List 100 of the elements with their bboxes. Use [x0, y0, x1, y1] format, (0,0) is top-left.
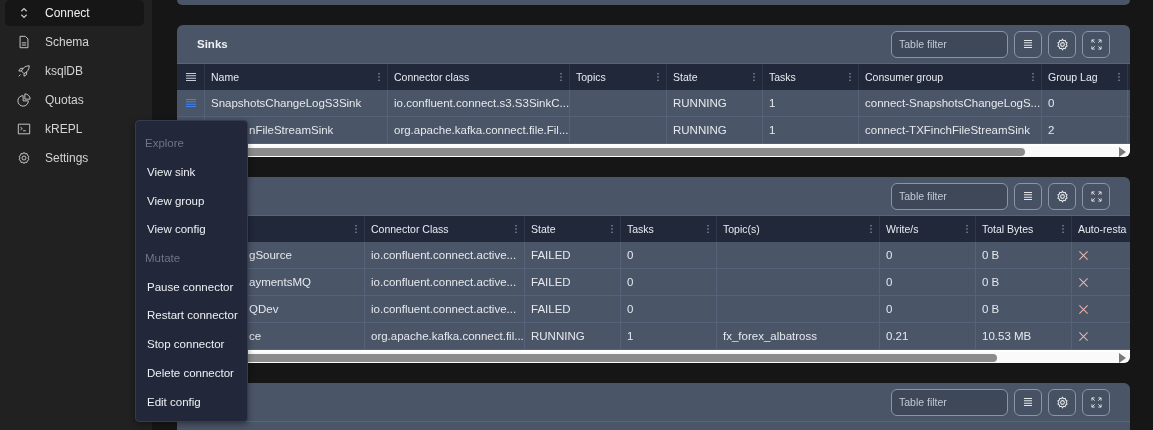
column-menu-icon[interactable] — [706, 224, 710, 234]
column-menu-icon[interactable] — [377, 72, 381, 82]
table-cell: FAILED — [531, 276, 571, 288]
menu-item[interactable]: View config — [136, 215, 247, 244]
table-cell: 0 — [886, 303, 893, 315]
column-header[interactable]: Tasks — [627, 223, 654, 235]
table-filter-field[interactable]: Table filter — [891, 30, 1008, 58]
expand-icon — [1090, 38, 1102, 50]
column-menu-icon[interactable] — [848, 72, 852, 82]
column-menu-icon[interactable] — [1061, 224, 1065, 234]
table-cell: RUNNING — [673, 124, 727, 136]
table-cell: io.confluent.connect.active... — [371, 303, 517, 315]
column-menu-icon[interactable] — [354, 224, 358, 234]
menu-section-header: Explore — [144, 136, 185, 151]
column-menu-icon[interactable] — [559, 72, 563, 82]
table-cell: FAILED — [531, 249, 571, 261]
table-filter-field[interactable]: Table filter — [891, 388, 1008, 416]
column-header[interactable]: Total Bytes — [982, 223, 1034, 235]
column-header[interactable]: Topics — [576, 71, 606, 83]
table-cell: FAILED — [531, 303, 571, 315]
sidebar-item[interactable]: ksqlDB — [5, 58, 144, 84]
column-menu-icon[interactable] — [1117, 72, 1121, 82]
table-cell: 0 B — [982, 249, 1000, 261]
menu-item[interactable]: View group — [136, 186, 247, 216]
column-menu-icon[interactable] — [656, 72, 660, 82]
columns-button[interactable] — [1014, 182, 1042, 210]
column-menu-icon[interactable] — [610, 224, 614, 234]
column-menu-icon[interactable] — [869, 224, 873, 234]
column-header[interactable]: Tasks — [769, 71, 796, 83]
settings-icon — [1055, 189, 1069, 203]
menu-item[interactable]: Restart connector — [136, 301, 247, 330]
settings-button[interactable] — [1048, 388, 1076, 416]
table-cell: 0 — [627, 276, 634, 288]
document-icon — [17, 35, 31, 49]
list-icon — [1022, 38, 1034, 50]
column-menu-icon[interactable] — [514, 224, 518, 234]
column-menu-icon[interactable] — [1031, 72, 1035, 82]
expand-icon — [1090, 396, 1102, 408]
table-cell: fx_forex_albatross — [723, 330, 817, 342]
terminal-icon — [17, 122, 31, 136]
columns-button[interactable] — [1014, 30, 1042, 58]
column-menu-icon[interactable] — [752, 72, 756, 82]
column-header[interactable]: Write/s — [886, 223, 919, 235]
table-cell: 0 — [886, 249, 893, 261]
table-cell: 0 B — [982, 303, 1000, 315]
table-cell: gSource — [249, 249, 292, 261]
table-cell: org.apache.kafka.connect.fil... — [371, 330, 524, 342]
settings-icon — [1055, 37, 1069, 51]
menu-item[interactable]: Pause connector — [136, 272, 247, 302]
table-cell: ce — [249, 330, 262, 342]
table-cell: io.confluent.connect.active... — [371, 276, 517, 288]
table-cell: 0.21 — [886, 330, 909, 342]
settings-icon — [17, 151, 31, 165]
table-cell: nFileStreamSink — [249, 124, 334, 136]
table-cell: 0 — [886, 276, 893, 288]
columns-button[interactable] — [1014, 388, 1042, 416]
sidebar-item[interactable]: Schema — [5, 29, 144, 55]
column-header[interactable]: State — [531, 223, 556, 235]
sidebar-item[interactable]: Connect — [5, 0, 144, 26]
table-cell: 0 — [627, 249, 634, 261]
settings-button[interactable] — [1048, 182, 1076, 210]
column-header[interactable]: Topic(s) — [723, 223, 760, 235]
column-header[interactable]: Connector Class — [371, 223, 449, 235]
menu-section-header: Mutate — [144, 250, 182, 266]
column-header[interactable]: Auto-resta — [1078, 223, 1127, 235]
menu-item[interactable]: Delete connector — [136, 358, 247, 388]
table-filter-field[interactable]: Table filter — [891, 182, 1008, 210]
rocket-icon — [17, 64, 31, 78]
column-header[interactable]: Connector class — [394, 71, 470, 83]
table-cell: 0 — [627, 303, 634, 315]
column-header[interactable]: Group Lag — [1048, 71, 1098, 83]
table-cell: 0 B — [982, 276, 1000, 288]
table-cell: connect-TXFinchFileStreamSink — [865, 124, 1030, 136]
column-header[interactable]: Name — [211, 71, 239, 83]
column-header[interactable]: Consumer group — [865, 71, 944, 83]
fullscreen-button[interactable] — [1082, 30, 1110, 58]
table-cell: connect-SnapshotsChangeLogS... — [865, 97, 1041, 109]
sidebar-item[interactable]: Quotas — [5, 87, 144, 113]
table-cell: RUNNING — [673, 97, 727, 109]
fullscreen-button[interactable] — [1082, 182, 1110, 210]
menu-item[interactable]: Stop connector — [136, 329, 247, 359]
table-cell: SnapshotsChangeLogS3Sink — [211, 97, 362, 109]
table-cell: io.confluent.connect.s3.S3SinkC... — [394, 97, 569, 109]
sidebar-item[interactable]: kREPL — [5, 116, 144, 142]
menu-item[interactable]: Edit config — [136, 387, 247, 416]
expand-icon — [1090, 190, 1102, 202]
column-menu-icon[interactable] — [965, 224, 969, 234]
table-cell: QDev — [249, 303, 279, 315]
column-header[interactable]: State — [673, 71, 698, 83]
fullscreen-button[interactable] — [1082, 388, 1110, 416]
table-cell: 2 — [1048, 124, 1055, 136]
row-handle-icon[interactable] — [184, 97, 197, 109]
scroll-right-arrow-icon[interactable] — [1118, 353, 1126, 363]
settings-icon — [1055, 395, 1069, 409]
table-cell: RUNNING — [531, 330, 585, 342]
table-cell: org.apache.kafka.connect.file.Fil... — [394, 124, 569, 136]
settings-button[interactable] — [1048, 30, 1076, 58]
scroll-right-arrow-icon[interactable] — [1118, 147, 1126, 157]
list-icon — [1022, 396, 1034, 408]
row-handle-icon[interactable] — [184, 71, 197, 83]
